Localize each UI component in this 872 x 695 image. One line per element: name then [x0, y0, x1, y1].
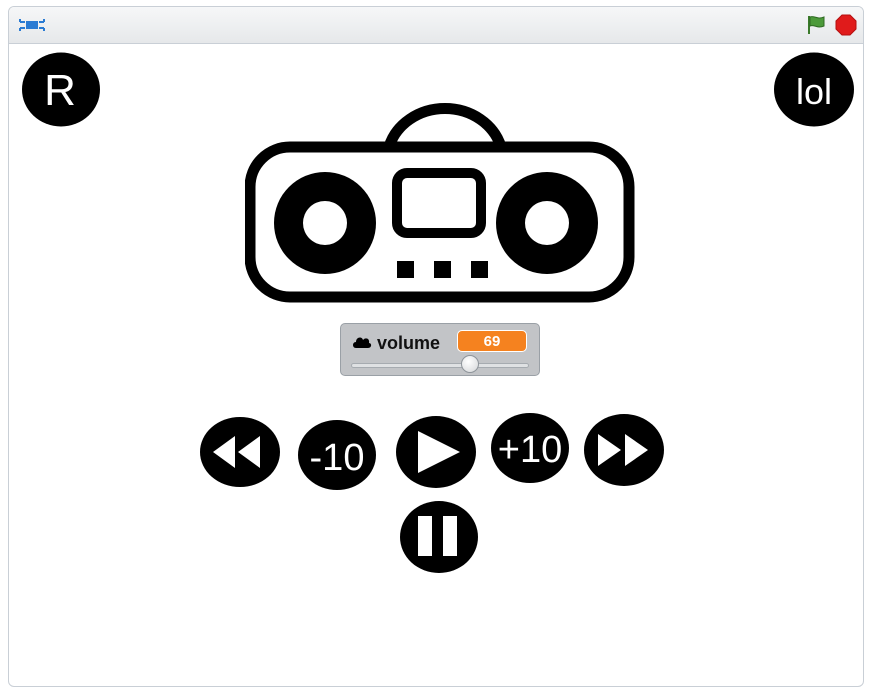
fullscreen-icon[interactable] — [18, 14, 46, 41]
plus-10-button[interactable]: +10 — [490, 412, 570, 489]
cloud-icon — [352, 335, 372, 354]
volume-slider-track[interactable] — [351, 363, 529, 368]
fast-forward-button[interactable] — [584, 413, 664, 492]
reset-button[interactable]: R — [22, 52, 100, 132]
minus-10-button[interactable]: -10 — [297, 419, 377, 496]
green-flag-icon[interactable] — [805, 14, 827, 41]
pause-button[interactable] — [399, 500, 479, 579]
reset-label: R — [44, 66, 76, 115]
plus-10-label: +10 — [498, 429, 562, 471]
play-button[interactable] — [396, 415, 476, 494]
monitor-label: volume — [377, 333, 441, 353]
stage-toolbar — [9, 7, 863, 44]
boombox-image — [244, 91, 635, 308]
lol-label: lol — [796, 71, 832, 112]
volume-monitor: volume 69 — [340, 323, 540, 376]
stop-icon[interactable] — [835, 14, 857, 41]
volume-slider-thumb[interactable] — [461, 355, 480, 373]
monitor-value: 69 — [457, 330, 527, 352]
rewind-button[interactable] — [200, 416, 280, 493]
lol-button[interactable]: lol — [774, 52, 854, 132]
stage-frame: R lol volume 69 -10 +10 — [8, 6, 864, 687]
minus-10-label: -10 — [310, 437, 365, 479]
